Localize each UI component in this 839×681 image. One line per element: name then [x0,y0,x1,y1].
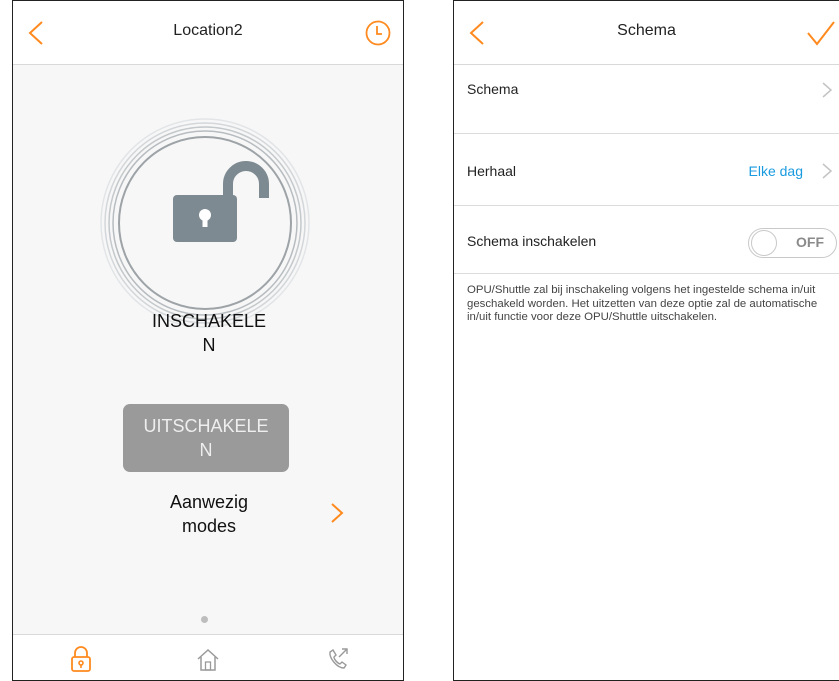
phone-call-icon[interactable] [325,645,351,673]
disarm-button-line1: UITSCHAKELE [143,416,269,436]
right-screen: Schema Schema Herhaal Elke dag Schema in… [453,0,839,681]
left-screen: Location2 INSCHAKELE N UITSCHAKELE N Aan… [12,0,404,681]
chevron-right-icon [822,163,833,179]
repeat-row[interactable]: Herhaal Elke dag [454,134,839,206]
checkmark-icon[interactable] [805,19,837,47]
enable-schedule-toggle[interactable]: OFF [748,228,837,258]
page-title: Location2 [173,22,243,39]
right-top-bar: Schema [454,1,839,65]
clock-icon[interactable] [365,20,391,46]
left-top-bar: Location2 [13,1,403,65]
schema-row[interactable]: Schema [454,65,839,134]
enable-schedule-label: Schema inschakelen [467,233,597,249]
toggle-knob [751,230,777,256]
page-title: Schema [617,22,676,39]
disarm-button[interactable]: UITSCHAKELE N [123,404,289,472]
bottom-tab-bar [13,634,403,680]
padlock-icon[interactable] [68,645,94,673]
page-indicator-dot [201,616,208,623]
arm-label-line2: N [202,335,216,355]
arm-label[interactable]: INSCHAKELE N [13,309,403,357]
arm-label-line1: INSCHAKELE [151,311,267,331]
disarm-button-line2: N [199,440,213,460]
schema-row-label: Schema [467,81,519,97]
repeat-row-label: Herhaal [467,163,517,179]
chevron-right-icon [822,82,833,98]
toggle-state-text: OFF [796,234,824,250]
unlocked-padlock-icon[interactable] [100,118,310,328]
repeat-row-value: Elke dag [748,163,803,179]
home-icon[interactable] [195,645,221,673]
schedule-description: OPU/Shuttle zal bij inschakeling volgens… [467,284,818,323]
chevron-right-icon[interactable] [327,501,347,525]
